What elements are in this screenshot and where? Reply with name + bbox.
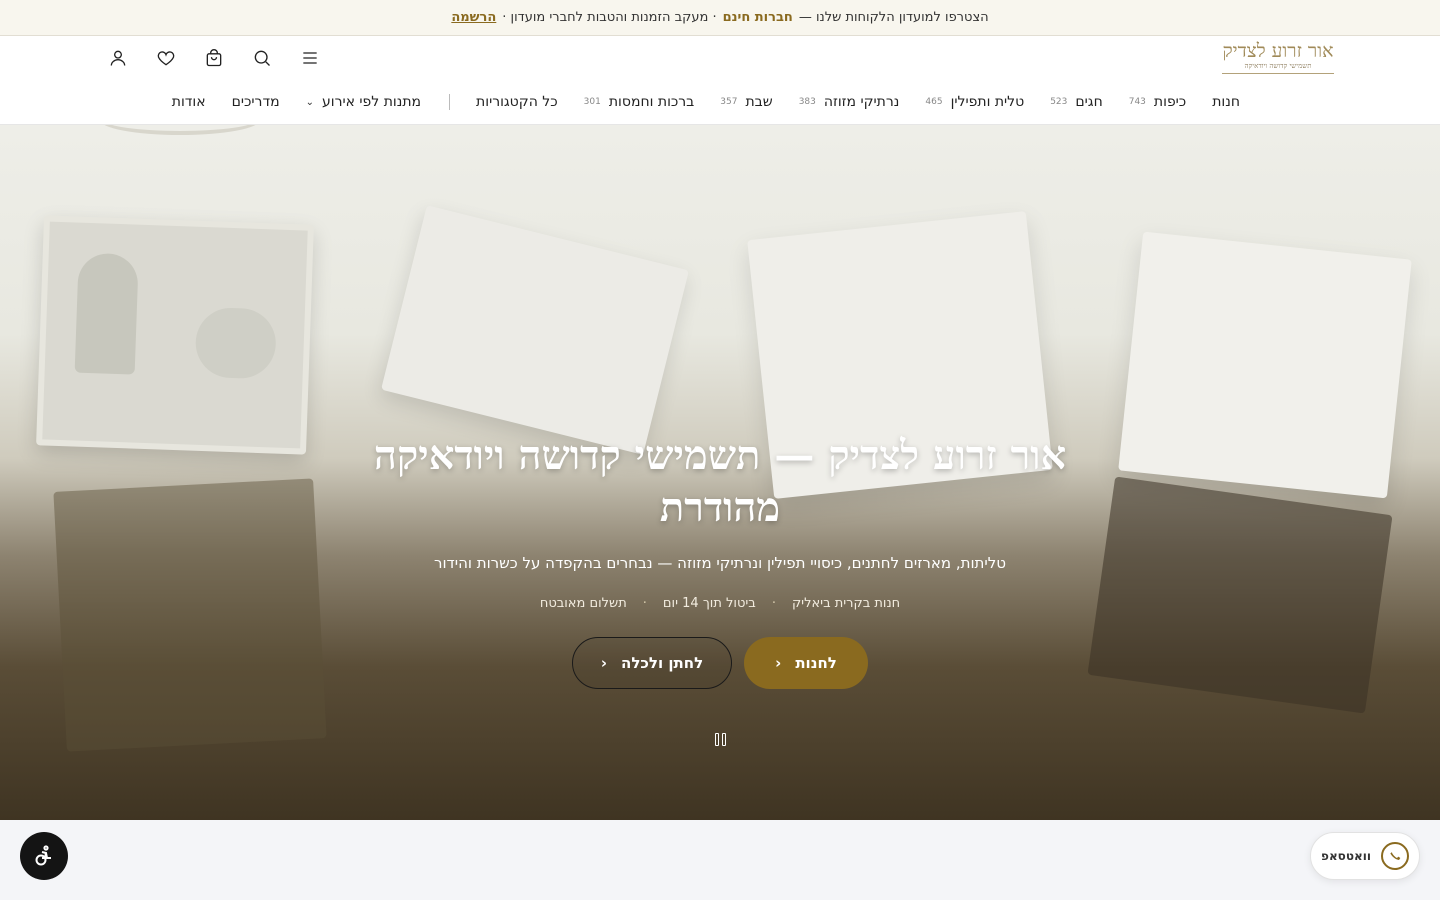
nav-item-tallit-tefillin[interactable]: טלית ותפילין 465 — [925, 94, 1024, 110]
nav-item-kippot[interactable]: כיפות 743 — [1129, 94, 1186, 110]
hero-image-box — [381, 205, 689, 455]
header-icons — [104, 46, 324, 70]
nav-item-mezuzah[interactable]: נרתיקי מזוזה 383 — [799, 94, 900, 110]
hero-feature: חנות בקרית ביאליק — [791, 596, 901, 611]
search-icon[interactable] — [248, 46, 276, 70]
nav-item-guides[interactable]: מדריכים — [232, 94, 280, 110]
bride-groom-button[interactable]: לחתן ולכלה ‹ — [572, 637, 732, 689]
nav-label: ברכות וחמסות — [608, 94, 695, 110]
menu-icon[interactable] — [296, 46, 324, 70]
whatsapp-button[interactable]: וואטסאפ — [1310, 832, 1420, 880]
hero-features: חנות בקרית ביאליק · ביטול תוך 14 יום · ת… — [0, 596, 1440, 611]
accessibility-button[interactable] — [20, 832, 68, 880]
accessibility-icon — [35, 845, 51, 866]
announcement-bar: הצטרפו למועדון הלקוחות שלנו — חברות חינם… — [0, 0, 1440, 36]
nav-label: טלית ותפילין — [950, 94, 1025, 110]
nav-count: 743 — [1128, 97, 1146, 107]
logo-main-text: אור זרוע לצדיק — [1222, 40, 1334, 62]
nav-label: חגים — [1075, 94, 1103, 110]
chevron-left-icon: ‹ — [600, 654, 608, 672]
hero-image-plate — [100, 125, 260, 135]
nav-count: 357 — [720, 97, 738, 107]
nav-label: מתנות לפי אירוע — [322, 94, 422, 110]
nav-item-shabbat[interactable]: שבת 357 — [720, 94, 772, 110]
main-nav: חנות כיפות 743 חגים 523 טלית ותפילין 465… — [146, 90, 1240, 114]
nav-count: 383 — [798, 97, 816, 107]
hero-feature: תשלום מאובטח — [539, 596, 627, 611]
hero-image-kiddush-cup — [74, 252, 139, 375]
cart-icon[interactable] — [200, 46, 228, 70]
bride-groom-button-label: לחתן ולכלה — [621, 654, 704, 672]
nav-count: 301 — [583, 97, 601, 107]
chevron-left-icon: ‹ — [775, 654, 782, 672]
nav-count: 465 — [925, 97, 943, 107]
nav-label: מדריכים — [231, 94, 280, 110]
separator-dot: · — [771, 596, 776, 611]
announcement-text-2: · מעקב הזמנות והטבות לחברי מועדון · — [502, 10, 717, 25]
hero-image-gift-box — [36, 215, 314, 455]
register-link[interactable]: הרשמה — [451, 10, 496, 25]
hero-banner: אור זרוע לצדיק — תשמישי קדושה ויודאיקה מ… — [0, 125, 1440, 820]
announcement-text: הצטרפו למועדון הלקוחות שלנו — — [798, 10, 989, 25]
separator-dot: · — [642, 596, 647, 611]
nav-label: שבת — [745, 94, 773, 110]
site-header: אור זרוע לצדיק תשמישי קדושה ויודאיקה חנו… — [0, 36, 1440, 125]
logo[interactable]: אור זרוע לצדיק תשמישי קדושה ויודאיקה — [1222, 40, 1334, 78]
hero-subtitle: טליתות, מארזים לחתנים, כיסויי תפילין ונר… — [433, 554, 1007, 572]
shop-button[interactable]: לחנות ‹ — [744, 637, 868, 689]
nav-item-blessings[interactable]: ברכות וחמסות 301 — [584, 94, 695, 110]
nav-item-about[interactable]: אודות — [172, 94, 206, 110]
shop-button-label: לחנות — [795, 654, 837, 672]
pause-icon — [714, 733, 719, 746]
nav-label: אודות — [171, 94, 206, 110]
nav-item-shop[interactable]: חנות — [1212, 94, 1240, 110]
logo-sub-text: תשמישי קדושה ויודאיקה — [1222, 62, 1334, 74]
announcement-highlight: חברות חינם — [722, 10, 793, 25]
hero-feature: ביטול תוך 14 יום — [662, 596, 756, 611]
user-icon[interactable] — [104, 46, 132, 70]
nav-item-gifts-by-event[interactable]: מתנות לפי אירוע ⌄ — [306, 94, 421, 110]
nav-label: חנות — [1212, 94, 1240, 110]
hero-image-insert — [194, 306, 277, 380]
hero-title: אור זרוע לצדיק — תשמישי קדושה ויודאיקה מ… — [373, 432, 1067, 531]
nav-divider — [449, 94, 451, 110]
nav-label: כיפות — [1153, 94, 1187, 110]
chevron-down-icon: ⌄ — [305, 96, 314, 108]
whatsapp-label: וואטסאפ — [1321, 849, 1371, 863]
hero-content: אור זרוע לצדיק — תשמישי קדושה ויודאיקה מ… — [0, 430, 1440, 689]
whatsapp-icon — [1380, 842, 1409, 870]
nav-item-all-categories[interactable]: כל הקטגוריות — [476, 94, 558, 110]
nav-item-holidays[interactable]: חגים 523 — [1050, 94, 1103, 110]
heart-icon[interactable] — [152, 46, 180, 70]
nav-count: 523 — [1050, 97, 1068, 107]
hero-cta-group: לחנות ‹ לחתן ולכלה ‹ — [0, 637, 1440, 689]
pause-icon — [721, 733, 726, 746]
nav-label: נרתיקי מזוזה — [823, 94, 900, 110]
slideshow-pause-button[interactable] — [712, 733, 728, 749]
nav-label: כל הקטגוריות — [476, 94, 558, 110]
